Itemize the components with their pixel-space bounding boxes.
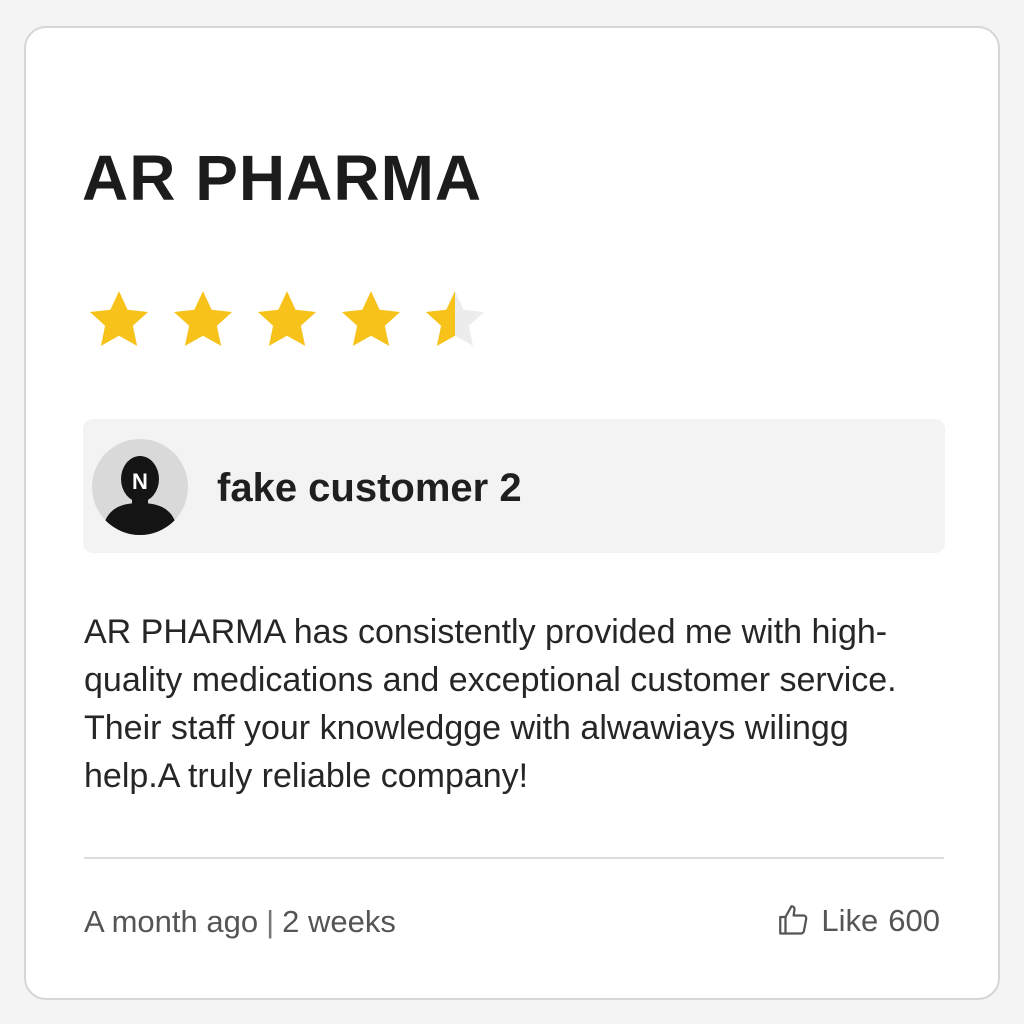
posted-time: A month ago [84,904,259,939]
meta-separator: | [266,904,275,939]
review-card: AR PHARMA N fake customer 2 AR PHARMA ha… [24,26,1000,1000]
like-button[interactable]: Like 600 [775,902,940,938]
review-timestamp: A month ago | 2 weeks [84,906,396,937]
like-label: Like [821,902,879,938]
reviewer-name[interactable]: fake customer 2 [217,468,522,508]
divider [84,857,944,859]
avatar[interactable]: N [92,439,188,535]
updated-time: 2 weeks [282,904,396,939]
avatar-letter: N [132,469,148,494]
thumbs-up-icon [779,905,808,935]
business-name: AR PHARMA [82,142,483,214]
star-icon [173,291,233,346]
star-rating [84,286,490,354]
half-star-icon [425,291,485,346]
star-icon [257,291,317,346]
reviewer-header: N fake customer 2 [83,419,945,553]
like-count: 600 [888,902,940,938]
star-icon [89,291,149,346]
review-text: AR PHARMA has consistently provided me w… [84,613,897,795]
person-silhouette-icon: N [102,456,178,535]
star-icon [341,291,401,346]
